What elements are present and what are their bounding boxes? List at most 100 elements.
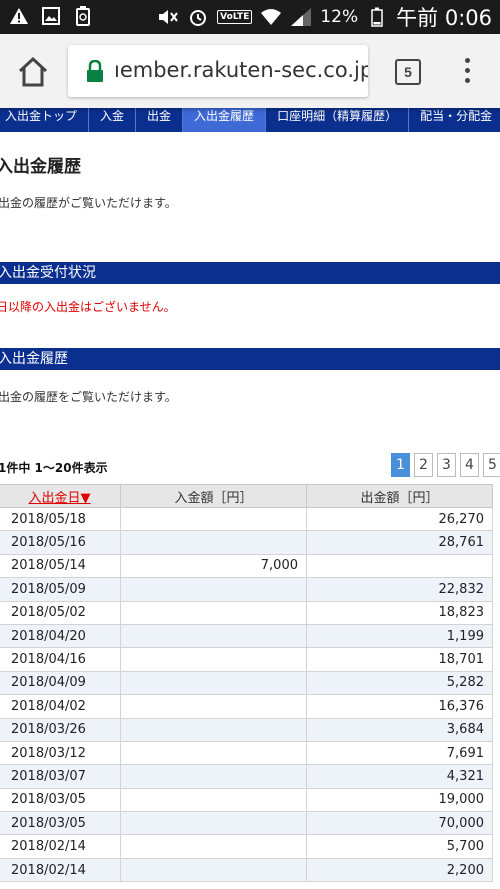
browser-toolbar: ıember.rakuten-sec.co.jp 5 bbox=[0, 34, 500, 108]
date-cell: 2018/03/12 bbox=[0, 740, 121, 766]
page-link-2[interactable]: 2 bbox=[414, 453, 433, 477]
withdrawal-cell bbox=[306, 553, 493, 579]
recycle-icon bbox=[72, 5, 94, 27]
deposit-cell bbox=[120, 647, 307, 672]
date-cell: 2018/03/26 bbox=[0, 717, 121, 742]
status-bar: VoLTE 12% 午前 0:06 bbox=[0, 0, 500, 34]
table-row: 2018/03/05 19,000 bbox=[0, 787, 493, 813]
mute-icon bbox=[157, 6, 179, 28]
withdrawal-cell: 22,832 bbox=[306, 577, 493, 602]
pagination: 1 2 3 4 5 bbox=[391, 453, 500, 477]
deposit-cell bbox=[120, 740, 307, 766]
date-cell: 2018/02/14 bbox=[0, 857, 121, 883]
overflow-menu-button[interactable] bbox=[462, 58, 472, 88]
table-row: 2018/04/20 1,199 bbox=[0, 623, 493, 649]
date-cell: 2018/04/02 bbox=[0, 694, 121, 719]
table-row: 2018/03/07 4,321 bbox=[0, 764, 493, 789]
history-table: 入出金日▼ 入金額［円］ 出金額［円］ 2018/05/18 26,270 2018… bbox=[0, 484, 493, 883]
date-cell: 2018/04/20 bbox=[0, 623, 121, 649]
alarm-icon bbox=[187, 6, 209, 28]
subnav-item-top[interactable]: 入出金トップ bbox=[0, 108, 90, 132]
battery-percent: 12% bbox=[320, 7, 359, 27]
date-cell: 2018/05/16 bbox=[0, 530, 121, 555]
subnav-item-statement[interactable]: 口座明細（精算履歴） bbox=[266, 108, 410, 132]
date-cell: 2018/05/18 bbox=[0, 506, 121, 532]
section-title: 入出金履歴 bbox=[0, 351, 68, 367]
date-cell: 2018/02/14 bbox=[0, 834, 121, 859]
wifi-icon bbox=[260, 6, 282, 28]
table-row: 2018/04/09 5,282 bbox=[0, 670, 493, 696]
page-link-3[interactable]: 3 bbox=[437, 453, 456, 477]
deposit-column-header: 入金額［円］ bbox=[120, 484, 307, 508]
history-text: 出金の履歴をご覧いただけます。 bbox=[0, 390, 177, 404]
url-bar[interactable]: ıember.rakuten-sec.co.jp bbox=[68, 45, 368, 97]
deposit-cell bbox=[120, 694, 307, 719]
withdrawal-cell: 5,700 bbox=[306, 834, 493, 859]
subnav-item-history[interactable]: 入出金履歴 bbox=[183, 108, 267, 132]
page-title: 入出金履歴 bbox=[0, 157, 81, 177]
volte-badge: VoLTE bbox=[217, 10, 253, 24]
deposit-cell bbox=[120, 600, 307, 625]
subnav-item-dividends[interactable]: 配当・分配金 bbox=[409, 108, 500, 132]
date-cell: 2018/04/16 bbox=[0, 647, 121, 672]
table-row: 2018/05/09 22,832 bbox=[0, 577, 493, 602]
deposit-cell bbox=[120, 811, 307, 836]
image-icon bbox=[40, 5, 62, 27]
table-row: 2018/02/14 2,200 bbox=[0, 857, 493, 883]
table-row: 2018/04/02 16,376 bbox=[0, 694, 493, 719]
deposit-cell bbox=[120, 670, 307, 696]
date-cell: 2018/05/14 bbox=[0, 553, 121, 579]
url-text: ıember.rakuten-sec.co.jp bbox=[114, 58, 368, 82]
page-content: 入出金トップ 入金 出金 入出金履歴 口座明細（精算履歴） 配当・分配金 入出金… bbox=[0, 108, 500, 889]
withdrawal-cell: 1,199 bbox=[306, 623, 493, 649]
table-body: 2018/05/18 26,270 2018/05/16 28,761 2018/05/… bbox=[0, 506, 493, 883]
table-row: 2018/03/05 70,000 bbox=[0, 811, 493, 836]
subnav-item-deposit[interactable]: 入金 bbox=[89, 108, 137, 132]
page-link-4[interactable]: 4 bbox=[460, 453, 479, 477]
withdrawal-cell: 5,282 bbox=[306, 670, 493, 696]
date-cell: 2018/05/09 bbox=[0, 577, 121, 602]
home-button[interactable] bbox=[16, 56, 50, 88]
intro-text: 出金の履歴がご覧いただけます。 bbox=[0, 196, 177, 210]
date-cell: 2018/03/05 bbox=[0, 787, 121, 813]
withdrawal-cell: 4,321 bbox=[306, 764, 493, 789]
withdrawal-cell: 26,270 bbox=[306, 506, 493, 532]
warning-icon bbox=[8, 5, 30, 27]
withdrawal-cell: 2,200 bbox=[306, 857, 493, 883]
home-icon bbox=[18, 56, 48, 87]
section-header-status: 入出金受付状況 bbox=[0, 262, 500, 284]
table-row: 2018/04/16 18,701 bbox=[0, 647, 493, 672]
deposit-cell bbox=[120, 857, 307, 883]
deposit-cell bbox=[120, 530, 307, 555]
page-link-5[interactable]: 5 bbox=[483, 453, 500, 477]
deposit-cell bbox=[120, 764, 307, 789]
withdrawal-cell: 16,376 bbox=[306, 694, 493, 719]
result-count: 1件中 1～20件表示 bbox=[0, 461, 108, 475]
withdrawal-cell: 19,000 bbox=[306, 787, 493, 813]
table-row: 2018/05/16 28,761 bbox=[0, 530, 493, 555]
table-row: 2018/03/26 3,684 bbox=[0, 717, 493, 742]
table-row: 2018/02/14 5,700 bbox=[0, 834, 493, 859]
date-column-header[interactable]: 入出金日▼ bbox=[0, 484, 121, 508]
tab-switcher-button[interactable]: 5 bbox=[395, 59, 421, 85]
battery-icon bbox=[366, 6, 388, 28]
deposit-cell bbox=[120, 717, 307, 742]
table-row: 2018/05/14 7,000 bbox=[0, 553, 493, 579]
table-header-row: 入出金日▼ 入金額［円］ 出金額［円］ bbox=[0, 484, 493, 508]
sub-navigation: 入出金トップ 入金 出金 入出金履歴 口座明細（精算履歴） 配当・分配金 bbox=[0, 108, 500, 132]
withdrawal-cell: 70,000 bbox=[306, 811, 493, 836]
subnav-item-withdraw[interactable]: 出金 bbox=[136, 108, 184, 132]
date-cell: 2018/03/07 bbox=[0, 764, 121, 789]
deposit-cell: 7,000 bbox=[120, 553, 307, 579]
deposit-cell bbox=[120, 506, 307, 532]
deposit-cell bbox=[120, 834, 307, 859]
date-cell: 2018/05/02 bbox=[0, 600, 121, 625]
deposit-cell bbox=[120, 623, 307, 649]
page-link-1[interactable]: 1 bbox=[391, 453, 410, 477]
withdrawal-cell: 7,691 bbox=[306, 740, 493, 766]
signal-icon bbox=[290, 6, 312, 28]
table-row: 2018/05/02 18,823 bbox=[0, 600, 493, 625]
date-cell: 2018/04/09 bbox=[0, 670, 121, 696]
table-row: 2018/03/12 7,691 bbox=[0, 740, 493, 766]
withdrawal-cell: 18,823 bbox=[306, 600, 493, 625]
